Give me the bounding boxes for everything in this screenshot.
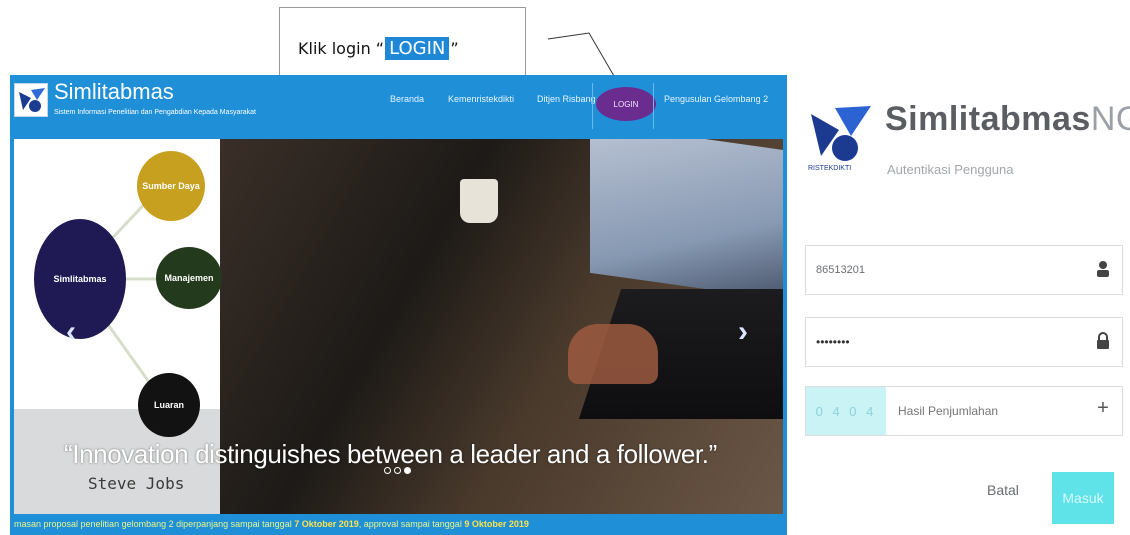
carousel-dot[interactable] xyxy=(384,467,391,474)
mindmap-manajemen: Manajemen xyxy=(156,247,222,309)
login-panel: RISTEKDIKTI SimlitabmasNG Autentikasi Pe… xyxy=(795,80,1130,530)
plus-icon: + xyxy=(1097,397,1109,419)
nav-pengusulan-gelombang-2[interactable]: Pengusulan Gelombang 2 xyxy=(664,94,768,104)
chevron-right-icon[interactable]: › xyxy=(738,315,748,349)
lock-icon xyxy=(1094,332,1112,352)
hero-quote-author: Steve Jobs xyxy=(88,474,185,493)
website-panel: Simlitabmas Sistem Informasi Penelitian … xyxy=(10,75,787,535)
captcha-input[interactable] xyxy=(898,404,1058,418)
nav-login-button[interactable]: LOGIN xyxy=(596,87,656,121)
login-submit-button[interactable]: Masuk xyxy=(1052,472,1114,524)
announcement-ticker: masan proposal penelitian gelombang 2 di… xyxy=(10,515,787,533)
ticker-text-2: , approval sampai tanggal xyxy=(358,519,465,529)
carousel-indicators xyxy=(384,467,411,474)
cancel-button[interactable]: Batal xyxy=(987,482,1019,498)
nav-login-label: LOGIN xyxy=(613,99,639,109)
carousel-dot[interactable] xyxy=(394,467,401,474)
user-icon xyxy=(1094,260,1112,280)
login-title-main: Simlitabmas xyxy=(885,100,1091,138)
captcha-field: 0 4 0 4 + xyxy=(805,386,1123,436)
mindmap-sumber-daya: Sumber Daya xyxy=(137,151,205,221)
callout-login-chip: LOGIN xyxy=(385,36,450,60)
svg-text:RISTEKDIKTI: RISTEKDIKTI xyxy=(808,165,851,172)
username-field[interactable]: 86513201 xyxy=(805,245,1123,295)
ristekdikti-logo[interactable] xyxy=(14,83,48,117)
site-header: Simlitabmas Sistem Informasi Penelitian … xyxy=(10,75,787,139)
ticker-date-2: 9 Oktober 2019 xyxy=(464,519,529,529)
password-value: •••••••• xyxy=(816,335,850,349)
nav-divider xyxy=(592,83,593,129)
login-submit-label: Masuk xyxy=(1062,490,1104,506)
ristekdikti-logo: RISTEKDIKTI xyxy=(805,102,877,174)
photo-mug xyxy=(460,179,498,223)
ticker-date-1: 7 Oktober 2019 xyxy=(294,519,359,529)
nav-beranda[interactable]: Beranda xyxy=(390,94,424,104)
captcha-image: 0 4 0 4 xyxy=(806,387,886,435)
login-title: SimlitabmasNG xyxy=(885,100,1130,139)
mindmap-simlitabmas: Simlitabmas xyxy=(34,219,126,339)
carousel-dot-active[interactable] xyxy=(404,467,411,474)
screenshot-root: Klik login “ LOGIN ” Simlitabmas Sistem … xyxy=(0,0,1130,535)
ticker-text-1: masan proposal penelitian gelombang 2 di… xyxy=(14,519,295,529)
site-brand[interactable]: Simlitabmas xyxy=(54,79,174,105)
hero-quote: “Innovation distinguishes between a lead… xyxy=(64,439,717,469)
login-subtitle: Autentikasi Pengguna xyxy=(887,162,1014,177)
nav-divider xyxy=(653,83,654,129)
site-tagline: Sistem Informasi Penelitian dan Pengabdi… xyxy=(54,109,256,116)
mindmap-luaran: Luaran xyxy=(138,373,200,437)
hero-carousel: Simlitabmas Sumber Daya Manajemen Luaran… xyxy=(14,139,783,514)
nav-ditjen-risbang[interactable]: Ditjen Risbang xyxy=(537,94,596,104)
chevron-left-icon[interactable]: ‹ xyxy=(66,315,76,349)
password-field[interactable]: •••••••• xyxy=(805,317,1123,367)
callout-suffix: ” xyxy=(450,38,459,58)
username-value: 86513201 xyxy=(816,264,865,276)
callout-text: Klik login “ xyxy=(298,38,385,58)
photo-hand xyxy=(568,324,658,384)
nav-kemenristekdikti[interactable]: Kemenristekdikti xyxy=(448,94,514,104)
login-title-suffix: NG xyxy=(1090,100,1130,138)
photo-monitor xyxy=(590,139,783,306)
